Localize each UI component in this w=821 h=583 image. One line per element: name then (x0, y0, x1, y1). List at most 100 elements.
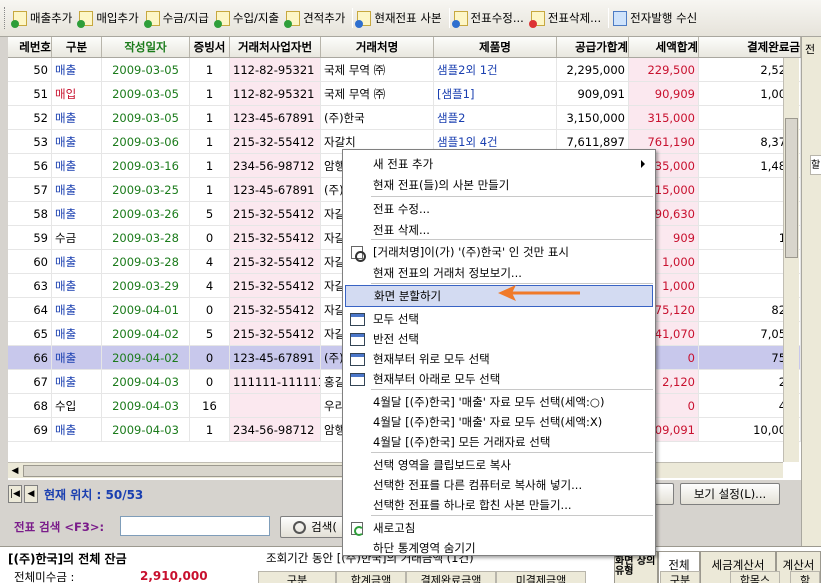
refresh-icon-glyph (351, 521, 364, 536)
column-header[interactable]: 거래처명 (321, 37, 434, 57)
search-input[interactable] (120, 516, 270, 536)
context-menu-label: 선택 영역을 클립보드로 복사 (373, 458, 511, 472)
context-menu-item[interactable]: 4월달 [(주)한국] '매출' 자료 모두 선택(세액:○) (345, 391, 653, 413)
context-menu-label: 새 전표 추가 (373, 157, 434, 171)
column-header[interactable]: 결제완료금 (699, 37, 801, 57)
table-row[interactable]: 50 매출 2009-03-05 1 112-82-95321 국제 무역 ㈜ 샘플2외 1… (8, 58, 801, 82)
toolbar-button-3[interactable]: 수입/지출 (213, 6, 284, 30)
cell-date: 2009-04-02 (102, 322, 190, 345)
cell-date: 2009-04-03 (102, 370, 190, 393)
vertical-scroll-thumb[interactable] (785, 118, 798, 258)
cell-supply: 2,295,000 (557, 58, 629, 81)
context-menu-item[interactable]: 새 전표 추가 (345, 153, 653, 175)
cell-biz: 234-56-98712 (230, 418, 321, 441)
add-sales-icon (11, 10, 27, 28)
right-panel-tab[interactable]: 전 (805, 41, 815, 57)
toolbar-button-1[interactable]: 매입추가 (77, 6, 143, 30)
toolbar-button-5[interactable]: 현재전표 사본 (355, 6, 446, 30)
toolbar-button-8[interactable]: 전자발행 수신 (611, 6, 702, 30)
toolbar-button-label: 수금/지급 (162, 11, 209, 25)
context-menu-label: 현재 전표의 거래처 정보보기... (373, 266, 522, 280)
cell-date: 2009-03-06 (102, 130, 190, 153)
context-menu-item[interactable]: 4월달 [(주)한국] '매출' 자료 모두 선택(세액:X) (345, 411, 653, 433)
context-menu-item[interactable]: 하단 통계영역 숨기기 (345, 537, 653, 559)
context-menu-item[interactable]: 새로고침 (345, 517, 653, 539)
cell-name: 국제 무역 ㈜ (321, 82, 434, 105)
column-header[interactable]: 작성일자 (102, 37, 190, 57)
column-header[interactable]: 공급가합계 (557, 37, 629, 57)
column-header[interactable]: 세액합계 (629, 37, 699, 57)
context-menu-item[interactable]: 모두 선택 (345, 308, 653, 330)
context-menu-label: 새로고침 (373, 521, 416, 535)
delete-slip-icon (528, 10, 545, 28)
cell-date: 2009-03-26 (102, 202, 190, 225)
window-icon (345, 308, 369, 330)
toolbar-button-6[interactable]: 전표수정... (451, 6, 529, 30)
submenu-arrow-icon (641, 160, 645, 168)
menu-icon-slot (346, 285, 370, 307)
context-menu-item[interactable]: 선택 영역을 클립보드로 복사 (345, 454, 653, 476)
context-menu-item[interactable]: 현재부터 위로 모두 선택 (345, 348, 653, 370)
column-header[interactable]: 거래처사업자번 (230, 37, 321, 57)
context-menu-item[interactable]: 선택한 전표를 하나로 합친 사본 만들기... (345, 494, 653, 516)
context-menu-item[interactable]: 전표 삭제... (345, 219, 653, 241)
toolbar-button-2[interactable]: 수금/지급 (143, 6, 214, 30)
context-menu-item[interactable]: [거래처명]이(가) '(주)한국' 인 것만 표시 (345, 241, 653, 263)
toolbar-grip[interactable] (4, 7, 8, 29)
cell-proof: 1 (190, 178, 230, 201)
column-header[interactable]: 레번호 (8, 37, 52, 57)
first-record-button[interactable]: |◀ (8, 485, 22, 503)
right-side-panel: 전 할 (801, 37, 821, 546)
context-menu-label: 4월달 [(주)한국] '매출' 자료 모두 선택(세액:○) (373, 395, 605, 409)
cell-no: 63 (8, 274, 52, 297)
window-icon-glyph (349, 312, 365, 326)
cell-type: 매출 (52, 298, 102, 321)
cell-proof: 5 (190, 202, 230, 225)
context-menu-label: 현재부터 위로 모두 선택 (373, 352, 490, 366)
vertical-scrollbar[interactable] (783, 58, 799, 462)
context-menu-item[interactable]: 현재부터 아래로 모두 선택 (345, 368, 653, 390)
context-menu-label: 4월달 [(주)한국] 모든 거래자료 선택 (373, 435, 551, 449)
toolbar-button-7[interactable]: 전표삭제... (528, 6, 606, 30)
table-row[interactable]: 51 매입 2009-03-05 1 112-82-95321 국제 무역 ㈜ [샘플1] 9… (8, 82, 801, 106)
cell-date: 2009-03-05 (102, 82, 190, 105)
column-header[interactable]: 제품명 (434, 37, 557, 57)
context-menu-item[interactable]: 선택한 전표를 다른 컴퓨터로 복사해 넣기... (345, 474, 653, 496)
column-header[interactable]: 증빙서 (190, 37, 230, 57)
context-menu-item[interactable]: 4월달 [(주)한국] 모든 거래자료 선택 (345, 431, 653, 453)
cell-no: 65 (8, 322, 52, 345)
menu-icon-slot (345, 494, 369, 516)
table-row[interactable]: 52 매출 2009-03-05 1 123-45-67891 (주)한국 샘플2 3,150… (8, 106, 801, 130)
toolbar-button-4[interactable]: 견적추가 (284, 6, 350, 30)
context-menu-item[interactable]: 현재 전표(들)의 사본 만들기 (345, 174, 653, 196)
context-menu-label: 전표 삭제... (373, 223, 430, 237)
context-menu-label: 화면 분할하기 (374, 289, 442, 303)
view-settings-button[interactable]: 보기 설정(L)... (680, 483, 780, 505)
scroll-left-button[interactable]: ◀ (8, 464, 22, 478)
context-menu-label: 하단 통계영역 숨기기 (373, 541, 476, 555)
toolbar-button-0[interactable]: 매출추가 (11, 6, 77, 30)
balance-title: [(주)한국]의 전체 잔금 (8, 552, 127, 566)
cell-no: 58 (8, 202, 52, 225)
cell-proof: 4 (190, 274, 230, 297)
cell-date: 2009-03-05 (102, 106, 190, 129)
add-quote-icon (284, 10, 301, 28)
add-purchase-icon (77, 10, 94, 28)
context-menu-label: 현재부터 아래로 모두 선택 (373, 372, 501, 386)
mail-icon (613, 10, 628, 26)
menu-icon-slot (345, 411, 369, 433)
window-icon (345, 368, 369, 390)
cell-no: 53 (8, 130, 52, 153)
context-menu-item[interactable]: 전표 수정... (345, 198, 653, 220)
cell-type: 매출 (52, 202, 102, 225)
context-menu-item[interactable]: 반전 선택 (345, 328, 653, 350)
context-menu-item[interactable]: 현재 전표의 거래처 정보보기... (345, 262, 653, 284)
prev-record-button[interactable]: ◀ (24, 485, 38, 503)
window-icon (345, 328, 369, 350)
cell-no: 52 (8, 106, 52, 129)
cell-biz: 123-45-67891 (230, 346, 321, 369)
cell-type: 매출 (52, 154, 102, 177)
search-button[interactable]: 검색( (280, 516, 350, 538)
context-menu-item[interactable]: 화면 분할하기 (345, 285, 653, 307)
column-header[interactable]: 구분 (52, 37, 102, 57)
